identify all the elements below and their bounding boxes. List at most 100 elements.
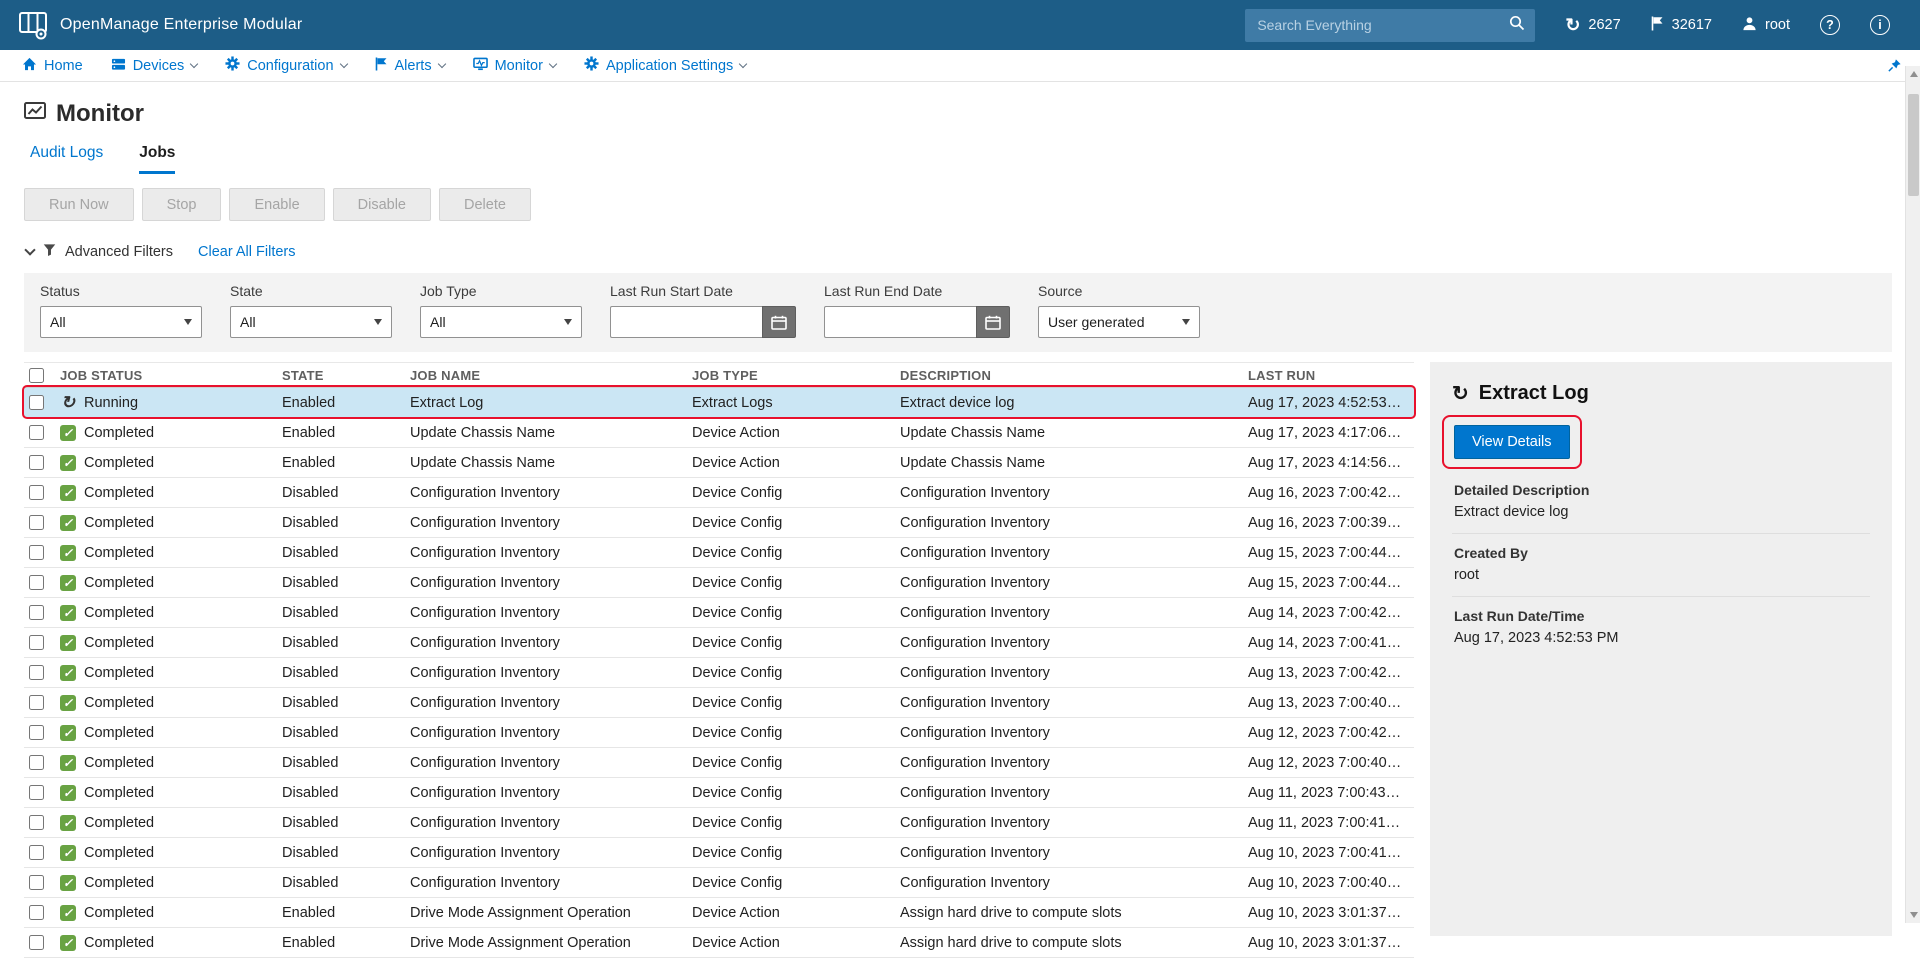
- scroll-up-arrow[interactable]: [1906, 66, 1920, 82]
- row-checkbox[interactable]: [29, 635, 44, 650]
- column-header[interactable]: LAST RUN: [1248, 368, 1414, 383]
- configuration-gear-icon: [225, 56, 240, 75]
- job-last-run: Aug 17, 2023 4:52:53 PM: [1248, 395, 1414, 411]
- calendar-button[interactable]: [762, 306, 796, 338]
- chevron-down-icon: [437, 59, 445, 67]
- nav-devices[interactable]: Devices: [97, 50, 212, 81]
- help-button[interactable]: ?: [1820, 15, 1840, 35]
- state-filter-select[interactable]: All: [230, 306, 392, 338]
- global-search[interactable]: [1245, 9, 1535, 42]
- job-description: Configuration Inventory: [900, 875, 1248, 891]
- job-row[interactable]: Completed Enabled Drive Mode Assignment …: [24, 898, 1414, 928]
- job-row[interactable]: Completed Disabled Configuration Invento…: [24, 868, 1414, 898]
- row-checkbox[interactable]: [29, 605, 44, 620]
- vertical-scrollbar[interactable]: [1905, 66, 1920, 923]
- openmanage-logo-icon[interactable]: [18, 10, 48, 40]
- nav-configuration[interactable]: Configuration: [211, 50, 360, 81]
- row-checkbox[interactable]: [29, 935, 44, 950]
- view-details-button[interactable]: View Details: [1454, 425, 1570, 459]
- alerts-indicator[interactable]: 32617: [1651, 16, 1712, 35]
- scroll-down-arrow[interactable]: [1906, 907, 1920, 923]
- detail-field: Last Run Date/Time Aug 17, 2023 4:52:53 …: [1452, 596, 1870, 659]
- nav-label: Application Settings: [606, 58, 733, 74]
- toolbar-button[interactable]: Disable: [333, 188, 431, 221]
- user-name: root: [1765, 17, 1790, 33]
- end-date-filter-label: Last Run End Date: [824, 283, 1010, 299]
- job-description: Assign hard drive to compute slots: [900, 935, 1248, 951]
- row-checkbox[interactable]: [29, 785, 44, 800]
- job-row[interactable]: Completed Disabled Configuration Invento…: [24, 778, 1414, 808]
- row-checkbox[interactable]: [29, 575, 44, 590]
- job-row[interactable]: Completed Disabled Configuration Invento…: [24, 688, 1414, 718]
- row-checkbox[interactable]: [29, 725, 44, 740]
- nav-alerts[interactable]: Alerts: [361, 50, 459, 81]
- end-date-input[interactable]: [824, 306, 976, 338]
- job-row[interactable]: Completed Disabled Configuration Invento…: [24, 598, 1414, 628]
- tab[interactable]: Audit Logs: [30, 144, 103, 174]
- job-type-filter-select[interactable]: All: [420, 306, 582, 338]
- info-button[interactable]: i: [1870, 15, 1890, 35]
- job-row[interactable]: Completed Enabled Update Chassis Name De…: [24, 418, 1414, 448]
- collapse-chevron-icon[interactable]: [24, 244, 35, 255]
- pin-nav-icon[interactable]: [1887, 58, 1902, 78]
- row-checkbox[interactable]: [29, 395, 44, 410]
- job-last-run: Aug 15, 2023 7:00:44 PM: [1248, 545, 1414, 561]
- job-row[interactable]: Completed Disabled Configuration Invento…: [24, 538, 1414, 568]
- job-type: Device Config: [692, 725, 900, 741]
- source-filter-select[interactable]: User generated: [1038, 306, 1200, 338]
- column-header[interactable]: DESCRIPTION: [900, 368, 1248, 383]
- tab[interactable]: Jobs: [139, 144, 175, 174]
- select-all-checkbox[interactable]: [29, 368, 44, 383]
- row-checkbox[interactable]: [29, 845, 44, 860]
- search-input[interactable]: [1255, 16, 1509, 34]
- toolbar-button[interactable]: Enable: [229, 188, 324, 221]
- home-icon: [22, 57, 37, 75]
- search-icon[interactable]: [1509, 15, 1525, 36]
- job-status-text: Completed: [84, 725, 154, 741]
- job-row[interactable]: Completed Enabled Update Chassis Name De…: [24, 448, 1414, 478]
- job-status-icon: [60, 755, 76, 771]
- nav-monitor[interactable]: Monitor: [459, 50, 570, 81]
- row-checkbox[interactable]: [29, 665, 44, 680]
- row-checkbox[interactable]: [29, 815, 44, 830]
- row-checkbox[interactable]: [29, 515, 44, 530]
- toolbar-button[interactable]: Stop: [142, 188, 222, 221]
- column-header[interactable]: JOB NAME: [410, 368, 692, 383]
- job-row[interactable]: Running Enabled Extract Log Extract Logs…: [24, 388, 1414, 418]
- job-row[interactable]: Completed Disabled Configuration Invento…: [24, 478, 1414, 508]
- row-checkbox[interactable]: [29, 425, 44, 440]
- nav-home[interactable]: Home: [8, 50, 97, 81]
- toolbar-button[interactable]: Run Now: [24, 188, 134, 221]
- job-row[interactable]: Completed Disabled Configuration Invento…: [24, 808, 1414, 838]
- row-checkbox[interactable]: [29, 755, 44, 770]
- row-checkbox[interactable]: [29, 905, 44, 920]
- job-row[interactable]: Completed Disabled Configuration Invento…: [24, 508, 1414, 538]
- row-checkbox[interactable]: [29, 695, 44, 710]
- row-checkbox[interactable]: [29, 485, 44, 500]
- job-row[interactable]: Completed Disabled Configuration Invento…: [24, 568, 1414, 598]
- row-checkbox[interactable]: [29, 875, 44, 890]
- job-row[interactable]: Completed Enabled Drive Mode Assignment …: [24, 928, 1414, 958]
- job-status-icon: [60, 455, 76, 471]
- clear-all-filters-link[interactable]: Clear All Filters: [198, 244, 296, 260]
- job-row[interactable]: Completed Disabled Configuration Invento…: [24, 718, 1414, 748]
- job-type: Device Config: [692, 695, 900, 711]
- job-row[interactable]: Completed Disabled Configuration Invento…: [24, 628, 1414, 658]
- status-filter-select[interactable]: All: [40, 306, 202, 338]
- column-header[interactable]: STATE: [282, 368, 410, 383]
- nav-application-settings[interactable]: Application Settings: [570, 50, 760, 81]
- row-checkbox[interactable]: [29, 455, 44, 470]
- job-status-text: Completed: [84, 665, 154, 681]
- calendar-button[interactable]: [976, 306, 1010, 338]
- column-header[interactable]: JOB STATUS: [60, 368, 282, 383]
- toolbar-button[interactable]: Delete: [439, 188, 531, 221]
- job-row[interactable]: Completed Disabled Configuration Invento…: [24, 748, 1414, 778]
- start-date-input[interactable]: [610, 306, 762, 338]
- column-header[interactable]: JOB TYPE: [692, 368, 900, 383]
- job-row[interactable]: Completed Disabled Configuration Invento…: [24, 838, 1414, 868]
- user-menu[interactable]: root: [1742, 16, 1790, 35]
- row-checkbox[interactable]: [29, 545, 44, 560]
- job-row[interactable]: Completed Disabled Configuration Invento…: [24, 658, 1414, 688]
- jobs-indicator[interactable]: ↻ 2627: [1565, 16, 1620, 34]
- scrollbar-thumb[interactable]: [1908, 94, 1919, 196]
